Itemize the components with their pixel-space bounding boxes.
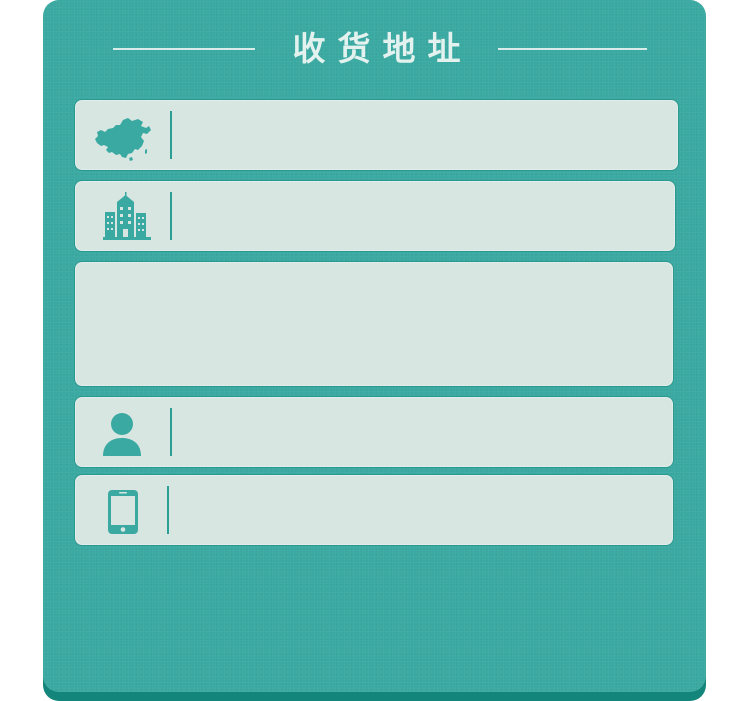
china-map-icon bbox=[94, 117, 152, 165]
detail-address-input[interactable] bbox=[89, 274, 663, 378]
recipient-field[interactable] bbox=[74, 396, 674, 468]
title-divider-left bbox=[113, 48, 255, 50]
shipping-address-card: 收货地址 bbox=[43, 0, 706, 692]
phone-field[interactable] bbox=[74, 474, 674, 546]
phone-input[interactable] bbox=[185, 495, 659, 527]
city-buildings-icon bbox=[103, 192, 151, 244]
phone-divider bbox=[167, 486, 169, 534]
recipient-divider bbox=[170, 408, 172, 456]
region-field[interactable] bbox=[74, 99, 679, 171]
region-input[interactable] bbox=[185, 120, 664, 152]
title-divider-right bbox=[498, 48, 647, 50]
city-input[interactable] bbox=[185, 201, 659, 233]
person-icon bbox=[102, 412, 142, 460]
city-field[interactable] bbox=[74, 180, 676, 252]
recipient-input[interactable] bbox=[185, 417, 659, 449]
city-divider bbox=[170, 192, 172, 240]
mobile-phone-icon bbox=[108, 490, 138, 538]
region-divider bbox=[170, 111, 172, 159]
page-title: 收货地址 bbox=[292, 29, 473, 68]
detail-address-field[interactable] bbox=[74, 261, 674, 387]
